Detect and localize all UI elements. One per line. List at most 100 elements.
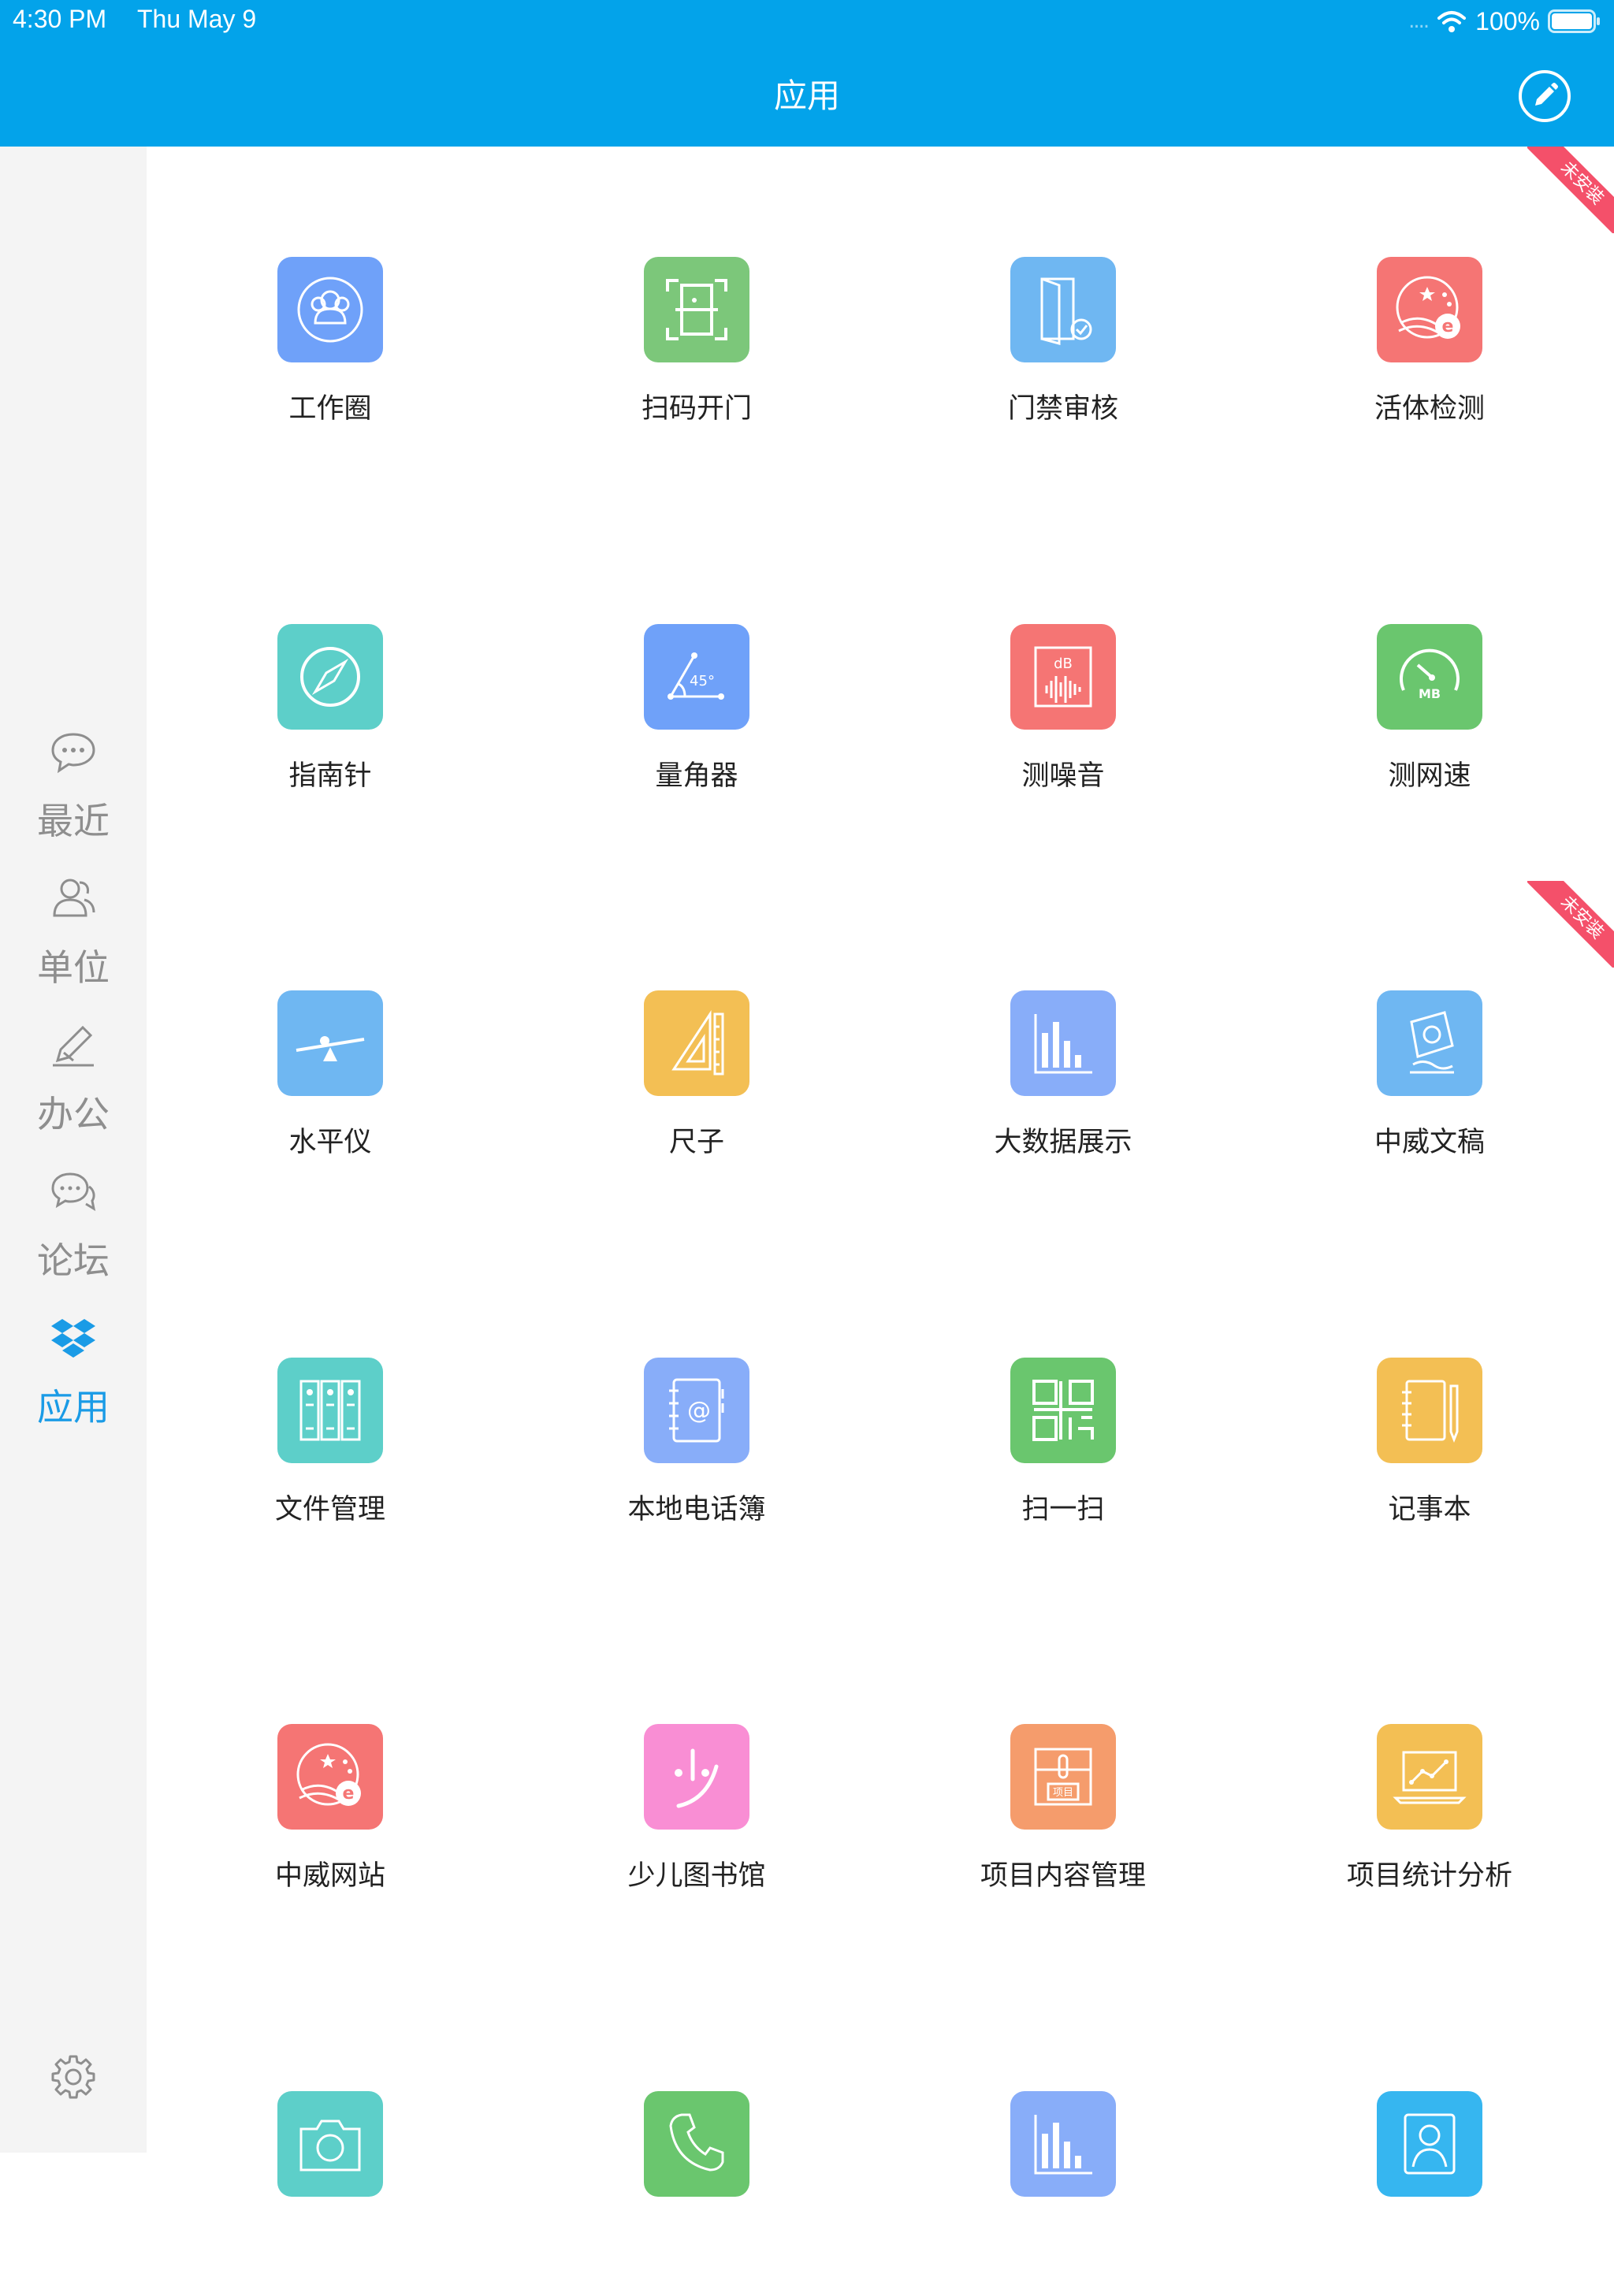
sidebar-item-label: 最近: [37, 800, 110, 842]
app-label: 测噪音: [1021, 760, 1105, 792]
protractor-icon: 45°: [644, 624, 749, 730]
signal-icon: ....: [1408, 9, 1430, 33]
app-label: 文件管理: [274, 1494, 385, 1525]
battery-percent: 100%: [1475, 6, 1540, 35]
decibel-icon: dB: [1010, 624, 1116, 730]
app-work-circle[interactable]: 工作圈: [210, 257, 446, 462]
app-label: 活体检测: [1374, 393, 1485, 425]
svg-text:MB: MB: [1419, 686, 1441, 701]
status-indicators: .... 100%: [1408, 5, 1601, 38]
page-title: 应用: [773, 76, 840, 115]
speedometer-icon: MB: [1377, 624, 1482, 730]
app-zw-document[interactable]: 中威文稿: [1309, 990, 1545, 1195]
app-label: 水平仪: [288, 1127, 372, 1158]
app-speed-test[interactable]: MB 测网速: [1309, 624, 1545, 829]
app-chart[interactable]: [943, 2091, 1179, 2296]
status-date: Thu May 9: [137, 5, 257, 33]
bar-chart-icon: [1010, 2091, 1116, 2197]
gear-icon[interactable]: [50, 2053, 97, 2101]
ribbon-label: 未安装: [1527, 147, 1614, 233]
app-big-data[interactable]: 大数据展示: [943, 990, 1179, 1195]
app-label: 尺子: [668, 1127, 724, 1158]
app-camera[interactable]: [210, 2091, 446, 2296]
app-label: 扫一扫: [1021, 1494, 1105, 1525]
phone-icon: [644, 2091, 749, 2197]
sidebar-item-label: 应用: [37, 1386, 110, 1428]
contact-card-icon: [1377, 2091, 1482, 2197]
app-kids-library[interactable]: 少儿图书馆: [576, 1724, 813, 1929]
sidebar-item-label: 单位: [37, 946, 110, 989]
address-book-icon: @: [644, 1358, 749, 1463]
app-contact-card[interactable]: [1309, 2091, 1545, 2296]
sidebar-item-label: 办公: [37, 1093, 110, 1135]
ribbon-label: 未安装: [1527, 881, 1614, 968]
document-icon: [1377, 990, 1482, 1096]
not-installed-ribbon: 未安装: [1527, 881, 1614, 968]
app-label: 大数据展示: [994, 1127, 1132, 1158]
svg-text:dB: dB: [1054, 656, 1073, 672]
app-label: 门禁审核: [1007, 393, 1118, 425]
app-label: 少儿图书馆: [627, 1860, 766, 1892]
app-compass[interactable]: 指南针: [210, 624, 446, 829]
app-noise-meter[interactable]: dB 测噪音: [943, 624, 1179, 829]
app-scan[interactable]: 扫一扫: [943, 1358, 1179, 1562]
scan-door-icon: [644, 257, 749, 362]
app-ruler[interactable]: 尺子: [576, 990, 813, 1195]
app-phone[interactable]: [576, 2091, 813, 2296]
app-notebook[interactable]: 记事本: [1309, 1358, 1545, 1562]
level-icon: [277, 990, 383, 1096]
app-label: 指南针: [288, 760, 372, 792]
app-project-content[interactable]: 项目 项目内容管理: [943, 1724, 1179, 1929]
not-installed-ribbon: 未安装: [1527, 147, 1614, 233]
chat-bubble-icon: [51, 733, 95, 774]
bar-chart-icon: [1010, 990, 1116, 1096]
svg-text:e: e: [343, 1784, 355, 1804]
ie-globe-icon: e: [277, 1724, 383, 1830]
ie-globe-icon: e: [1377, 257, 1482, 362]
qr-code-icon: [1010, 1358, 1116, 1463]
sidebar-item-label: 论坛: [37, 1239, 110, 1282]
app-liveness-detect[interactable]: e 活体检测: [1309, 257, 1545, 462]
status-time: 4:30 PM: [13, 5, 107, 33]
app-label: 中威网站: [274, 1860, 385, 1892]
app-label: 量角器: [655, 760, 738, 792]
app-label: 测网速: [1388, 760, 1471, 792]
camera-icon: [277, 2091, 383, 2197]
top-bar: 4:30 PM Thu May 9 .... 100% 应用: [0, 0, 1614, 147]
app-file-manager[interactable]: 文件管理: [210, 1358, 446, 1562]
sidebar: 最近 单位 办公 论坛 应用: [0, 147, 147, 2153]
app-label: 项目统计分析: [1346, 1860, 1512, 1892]
app-label: 本地电话簿: [627, 1494, 766, 1525]
svg-text:45°: 45°: [690, 673, 715, 689]
edit-button[interactable]: [1518, 69, 1571, 123]
ruler-icon: [644, 990, 749, 1096]
app-scan-door[interactable]: 扫码开门: [576, 257, 813, 462]
app-label: 扫码开门: [641, 393, 752, 425]
project-box-icon: 项目: [1010, 1724, 1116, 1830]
app-project-stats[interactable]: 项目统计分析: [1309, 1724, 1545, 1929]
door-check-icon: [1010, 257, 1116, 362]
app-level[interactable]: 水平仪: [210, 990, 446, 1195]
compass-icon: [277, 624, 383, 730]
pen-icon: [53, 1025, 94, 1067]
app-zw-website[interactable]: e 中威网站: [210, 1724, 446, 1929]
app-protractor[interactable]: 45° 量角器: [576, 624, 813, 829]
app-access-review[interactable]: 门禁审核: [943, 257, 1179, 462]
app-label: 项目内容管理: [980, 1860, 1146, 1892]
notebook-icon: [1377, 1358, 1482, 1463]
dropbox-icon: [51, 1319, 95, 1358]
users-icon: [53, 879, 95, 917]
wifi-icon: [1437, 11, 1467, 32]
people-circle-icon: [277, 257, 383, 362]
forum-icon: [51, 1172, 96, 1212]
laptop-chart-icon: [1377, 1724, 1482, 1830]
svg-text:项目: 项目: [1053, 1787, 1073, 1799]
kid-library-icon: [644, 1724, 749, 1830]
pencil-icon: [1535, 83, 1558, 106]
app-phonebook[interactable]: @ 本地电话簿: [576, 1358, 813, 1562]
battery-icon: [1548, 9, 1600, 33]
svg-text:@: @: [687, 1397, 711, 1425]
app-label: 工作圈: [288, 393, 372, 425]
binders-icon: [277, 1358, 383, 1463]
svg-text:e: e: [1442, 317, 1454, 336]
